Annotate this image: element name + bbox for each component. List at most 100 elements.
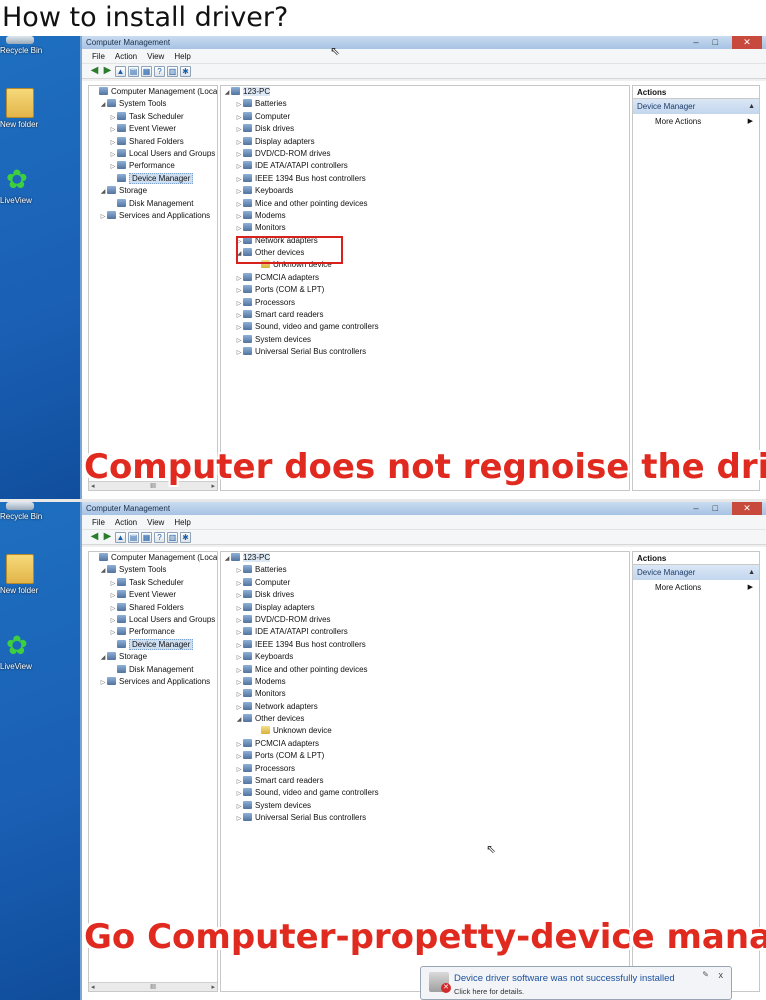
device-category[interactable]: ▷ Monitors [221, 222, 629, 234]
device-category[interactable]: ▷ Computer [221, 111, 629, 123]
device-category[interactable]: ▷ PCMCIA adapters [221, 272, 629, 284]
device-category[interactable]: ▷ Universal Serial Bus controllers [221, 812, 629, 824]
menu-action[interactable]: Action [115, 518, 137, 527]
desktop-folder[interactable]: New folder [0, 88, 80, 129]
expand-toggle-icon[interactable]: ▷ [235, 347, 243, 359]
window-titlebar[interactable]: Computer Management –□ ✕ [82, 36, 766, 49]
device-category[interactable]: ▷ System devices [221, 334, 629, 346]
tree-item[interactable]: ▷ Services and Applications [89, 676, 217, 688]
notification-close-button[interactable]: x [719, 970, 724, 980]
forward-arrow-icon[interactable]: ▶ [102, 66, 113, 77]
actions-device-manager[interactable]: Device Manager ▲ [633, 565, 759, 580]
forward-arrow-icon[interactable]: ▶ [102, 532, 113, 543]
menu-view[interactable]: View [147, 518, 164, 527]
device-category[interactable]: ▷ Mice and other pointing devices [221, 198, 629, 210]
collapse-up-icon[interactable]: ▲ [748, 565, 755, 580]
tree-item[interactable]: ▷ Task Scheduler [89, 111, 217, 123]
menu-help[interactable]: Help [174, 518, 190, 527]
scan-hardware-icon[interactable]: ✱ [180, 66, 191, 77]
device-category[interactable]: ▷ Smart card readers [221, 775, 629, 787]
device-category[interactable]: ▷ DVD/CD-ROM drives [221, 148, 629, 160]
window-controls[interactable]: –□ ✕ [694, 502, 762, 515]
menu-file[interactable]: File [92, 52, 105, 61]
expand-toggle-icon[interactable]: ▷ [99, 677, 107, 689]
tree-item[interactable]: ◢ Storage [89, 651, 217, 663]
notification-subtitle[interactable]: Click here for details. [454, 987, 524, 996]
window-titlebar[interactable]: Computer Management –□ ✕ [82, 502, 766, 515]
tree-item[interactable]: ▷ Shared Folders [89, 602, 217, 614]
desktop-folder[interactable]: New folder [0, 554, 80, 595]
device-category[interactable]: ▷ System devices [221, 800, 629, 812]
device-category[interactable]: ▷ Smart card readers [221, 309, 629, 321]
more-actions[interactable]: More Actions ▶ [633, 580, 759, 595]
show-hide-tree-icon[interactable]: ▤ [128, 532, 139, 543]
properties-icon[interactable]: ▦ [141, 66, 152, 77]
help-icon[interactable]: ? [154, 66, 165, 77]
console-tree-icon[interactable]: ▥ [167, 66, 178, 77]
back-arrow-icon[interactable]: ◀ [89, 532, 100, 543]
device-category[interactable]: ▷ Disk drives [221, 589, 629, 601]
tree-item[interactable]: ◢ Storage [89, 185, 217, 197]
device-category[interactable]: ▷ Batteries [221, 98, 629, 110]
scroll-right-icon[interactable]: ▸ [211, 983, 215, 991]
maximize-icon[interactable]: □ [713, 37, 732, 47]
expand-toggle-icon[interactable]: ▷ [235, 813, 243, 825]
device-category[interactable]: ▷ Modems [221, 210, 629, 222]
maximize-icon[interactable]: □ [713, 503, 732, 513]
device-category[interactable]: ▷ IEEE 1394 Bus host controllers [221, 639, 629, 651]
actions-device-manager[interactable]: Device Manager ▲ [633, 99, 759, 114]
minimize-icon[interactable]: – [694, 37, 713, 47]
device-category[interactable]: ▷ Ports (COM & LPT) [221, 284, 629, 296]
tree-item[interactable]: Disk Management [89, 664, 217, 676]
tree-item[interactable]: ▷ Task Scheduler [89, 577, 217, 589]
tree-item[interactable]: ◢ System Tools [89, 98, 217, 110]
properties-icon[interactable]: ▦ [141, 532, 152, 543]
device-category[interactable]: ◢ Other devices [221, 713, 629, 725]
device-category[interactable]: ▷ Processors [221, 297, 629, 309]
device-category[interactable]: ▷ IEEE 1394 Bus host controllers [221, 173, 629, 185]
collapse-up-icon[interactable]: ▲ [748, 99, 755, 114]
tree-item[interactable]: ▷ Local Users and Groups [89, 614, 217, 626]
help-icon[interactable]: ? [154, 532, 165, 543]
computer-management-window[interactable]: Computer Management –□ ✕ File Action View Help… [80, 36, 766, 499]
menu-help[interactable]: Help [174, 52, 190, 61]
device-category[interactable]: ▷ Ports (COM & LPT) [221, 750, 629, 762]
device-category[interactable]: ▷ DVD/CD-ROM drives [221, 614, 629, 626]
driver-notification[interactable]: ✕ Device driver software was not successf… [420, 966, 732, 1000]
device-category[interactable]: ▷ Keyboards [221, 185, 629, 197]
device-category[interactable]: ▷ Batteries [221, 564, 629, 576]
tree-item[interactable]: ▷ Performance [89, 626, 217, 638]
scroll-left-icon[interactable]: ◂ [91, 983, 95, 991]
device-category[interactable]: ▷ Modems [221, 676, 629, 688]
expand-toggle-icon[interactable]: ▷ [99, 211, 107, 223]
tree-item[interactable]: Device Manager [89, 172, 217, 185]
pin-icon[interactable]: ✎ [702, 970, 709, 979]
desktop-recycle-bin[interactable]: Recycle Bin [0, 502, 80, 521]
device-category[interactable]: ▷ IDE ATA/ATAPI controllers [221, 626, 629, 638]
device-category[interactable]: ▷ PCMCIA adapters [221, 738, 629, 750]
tree-item[interactable]: ▷ Services and Applications [89, 210, 217, 222]
device-category[interactable]: ▷ Keyboards [221, 651, 629, 663]
tree-item[interactable]: ◢ System Tools [89, 564, 217, 576]
device-category[interactable]: ▷ Sound, video and game controllers [221, 787, 629, 799]
tree-item[interactable]: Device Manager [89, 638, 217, 651]
scan-hardware-icon[interactable]: ✱ [180, 532, 191, 543]
menu-action[interactable]: Action [115, 52, 137, 61]
more-actions[interactable]: More Actions ▶ [633, 114, 759, 129]
up-folder-icon[interactable]: ▲ [115, 66, 126, 77]
desktop-recycle-bin[interactable]: Recycle Bin [0, 36, 80, 55]
device-category[interactable]: ▷ Disk drives [221, 123, 629, 135]
back-arrow-icon[interactable]: ◀ [89, 66, 100, 77]
tree-item[interactable]: Computer Management (Local [89, 552, 217, 564]
close-icon[interactable]: ✕ [732, 502, 762, 515]
window-controls[interactable]: –□ ✕ [694, 36, 762, 49]
device-category[interactable]: Unknown device [221, 725, 629, 737]
device-category[interactable]: ▷ IDE ATA/ATAPI controllers [221, 160, 629, 172]
device-category[interactable]: ▷ Sound, video and game controllers [221, 321, 629, 333]
device-category[interactable]: ▷ Monitors [221, 688, 629, 700]
tree-item[interactable]: Computer Management (Local [89, 86, 217, 98]
device-category[interactable]: ▷ Processors [221, 763, 629, 775]
up-folder-icon[interactable]: ▲ [115, 532, 126, 543]
device-category[interactable]: ▷ Network adapters [221, 701, 629, 713]
menu-file[interactable]: File [92, 518, 105, 527]
